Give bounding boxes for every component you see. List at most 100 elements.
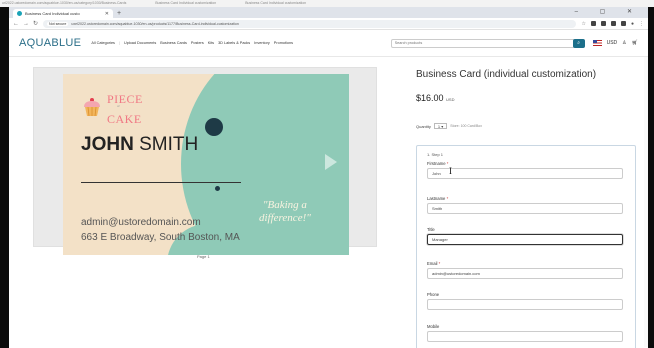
field-label: Firstname * [427, 161, 623, 166]
nav-item-inventory[interactable]: Inventory [254, 41, 270, 45]
site-header: AQUABLUE All Categories | Upload Documen… [9, 30, 648, 57]
address-bar: ← → ↻ Not secure uxel2022.ustoredomain.c… [9, 18, 648, 30]
title-field: Title Manager [427, 227, 623, 245]
nav-item-business-cards[interactable]: Business Cards [160, 41, 187, 45]
cart-icon[interactable]: 🛒︎ [632, 40, 638, 46]
card-first-name: JOHN [81, 134, 134, 155]
field-label-text: Lastname [427, 196, 446, 201]
phone-field: Phone [427, 292, 623, 310]
scrollbar[interactable] [644, 57, 648, 347]
price-value: $16.00 [416, 93, 444, 103]
next-page-icon[interactable] [325, 154, 337, 170]
tab-title: Business Card Individual custo [25, 11, 80, 16]
logo-main: AQUA [19, 37, 52, 49]
quantity-note: Store: 100 Card/Box [450, 124, 482, 128]
field-label-text: Email [427, 261, 438, 266]
extension-icon[interactable] [610, 21, 616, 26]
step-label: 1. Step 1 [427, 152, 444, 157]
lastname-field: Lastname * Smith [427, 196, 623, 214]
required-marker: * [446, 196, 449, 201]
product-title: Business Card (individual customization) [416, 69, 597, 80]
nav-item-3d-labels[interactable]: 3D Labels & Packs [218, 41, 250, 45]
lastname-input[interactable]: Smith [427, 203, 623, 214]
nav-item-promotions[interactable]: Promotions [274, 41, 293, 45]
field-label-text: Phone [427, 292, 440, 297]
tooltip-strip: url2022.ustoredomain.com/aquablue-1030/e… [0, 0, 654, 7]
logo-sub: BLUE [51, 37, 82, 49]
text-cursor-icon: I [449, 166, 452, 176]
currency-selector[interactable]: USD [607, 40, 618, 46]
card-divider [81, 182, 241, 183]
product-price: $16.00 USD [416, 93, 455, 103]
quantity-label: Quantity [416, 123, 431, 129]
header-icons: USD ♙ 🛒︎ [592, 40, 638, 46]
slogan-line: "Baking a [262, 199, 307, 211]
site-logo[interactable]: AQUABLUE [19, 37, 81, 49]
menu-icon[interactable]: ⋮ [639, 21, 644, 27]
search-button[interactable]: ⌕ [572, 38, 585, 48]
card-slogan: "Baking a difference!" [259, 199, 311, 225]
title-input[interactable]: Manager [427, 234, 623, 245]
not-secure-badge[interactable]: Not secure [47, 21, 69, 26]
brand-piece: PIECE [107, 92, 143, 106]
business-card-preview[interactable]: PIECE of CAKE JOHN SMITH "Baking a differ… [63, 74, 349, 255]
tooltip-text: Business Card Individual customization [155, 1, 217, 5]
nav-divider: | [118, 41, 120, 45]
email-input[interactable]: admin@ustoredomain.com [427, 268, 623, 279]
card-name: JOHN SMITH [81, 134, 198, 156]
browser-tab[interactable]: Business Card Individual custo ✕ [13, 9, 113, 18]
cupcake-icon [84, 98, 100, 117]
main-nav: All Categories | Upload Documents Busine… [91, 41, 293, 45]
firstname-input[interactable]: John [427, 168, 623, 179]
profile-icon[interactable]: ● [631, 21, 634, 27]
search-input[interactable] [390, 38, 575, 48]
right-border [648, 7, 654, 348]
mobile-input[interactable] [427, 331, 623, 342]
close-tab-icon[interactable]: ✕ [105, 11, 109, 17]
field-label: Mobile [427, 324, 623, 329]
star-icon[interactable]: ☆ [581, 21, 585, 27]
extension-icon[interactable] [590, 21, 596, 26]
dark-dot [215, 186, 220, 191]
card-email: admin@ustoredomain.com [81, 217, 201, 228]
customization-form: 1. Step 1 Firstname * John I Lastname * … [416, 145, 636, 348]
slogan-line: difference!" [259, 212, 311, 224]
url-text: uxel2022.ustoredomain.com/aquablue-1030/… [71, 21, 239, 26]
price-currency: USD [446, 97, 455, 102]
back-icon[interactable]: ← [13, 21, 19, 27]
search-bar: ⌕ [390, 38, 585, 48]
field-label: Phone [427, 292, 623, 297]
required-marker: * [438, 261, 441, 266]
forward-icon[interactable]: → [23, 21, 29, 27]
nav-item-upload-documents[interactable]: Upload Documents [124, 41, 156, 45]
user-icon[interactable]: ♙ [622, 40, 626, 46]
phone-input[interactable] [427, 299, 623, 310]
extension-icon[interactable] [600, 21, 606, 26]
quantity-select[interactable]: 1 ▾ [433, 123, 448, 129]
card-last-name: SMITH [139, 134, 199, 155]
mobile-field: Mobile [427, 324, 623, 342]
url-field[interactable]: Not secure uxel2022.ustoredomain.com/aqu… [43, 19, 577, 28]
brand-of: of [117, 104, 120, 108]
nav-item-kits[interactable]: Kits [208, 41, 214, 45]
tab-bar: Business Card Individual custo ✕ + – ▢ ✕ [9, 7, 648, 18]
quantity-value: 1 [437, 124, 441, 129]
field-label: Lastname * [427, 196, 623, 201]
new-tab-button[interactable]: + [117, 9, 121, 18]
brand-cake: CAKE [107, 112, 142, 126]
main-content: PIECE of CAKE JOHN SMITH "Baking a differ… [9, 57, 648, 348]
us-flag-icon[interactable] [592, 40, 602, 46]
field-label: Email * [427, 261, 623, 266]
dark-dot [205, 118, 223, 136]
reload-icon[interactable]: ↻ [33, 20, 38, 27]
left-border [0, 7, 9, 348]
tooltip-text: Business Card Individual customization [245, 1, 307, 5]
browser-window: Business Card Individual custo ✕ + – ▢ ✕… [9, 7, 648, 348]
field-label-text: Title [427, 227, 435, 232]
tooltip-text: url2022.ustoredomain.com/aquablue-1030/e… [2, 1, 127, 5]
quantity-row: Quantity 1 ▾ Store: 100 Card/Box [416, 123, 482, 129]
nav-item-posters[interactable]: Posters [191, 41, 204, 45]
window-controls[interactable]: – ▢ ✕ [575, 8, 642, 15]
nav-item-all-categories[interactable]: All Categories [91, 41, 115, 45]
extension-icon[interactable] [620, 21, 626, 26]
